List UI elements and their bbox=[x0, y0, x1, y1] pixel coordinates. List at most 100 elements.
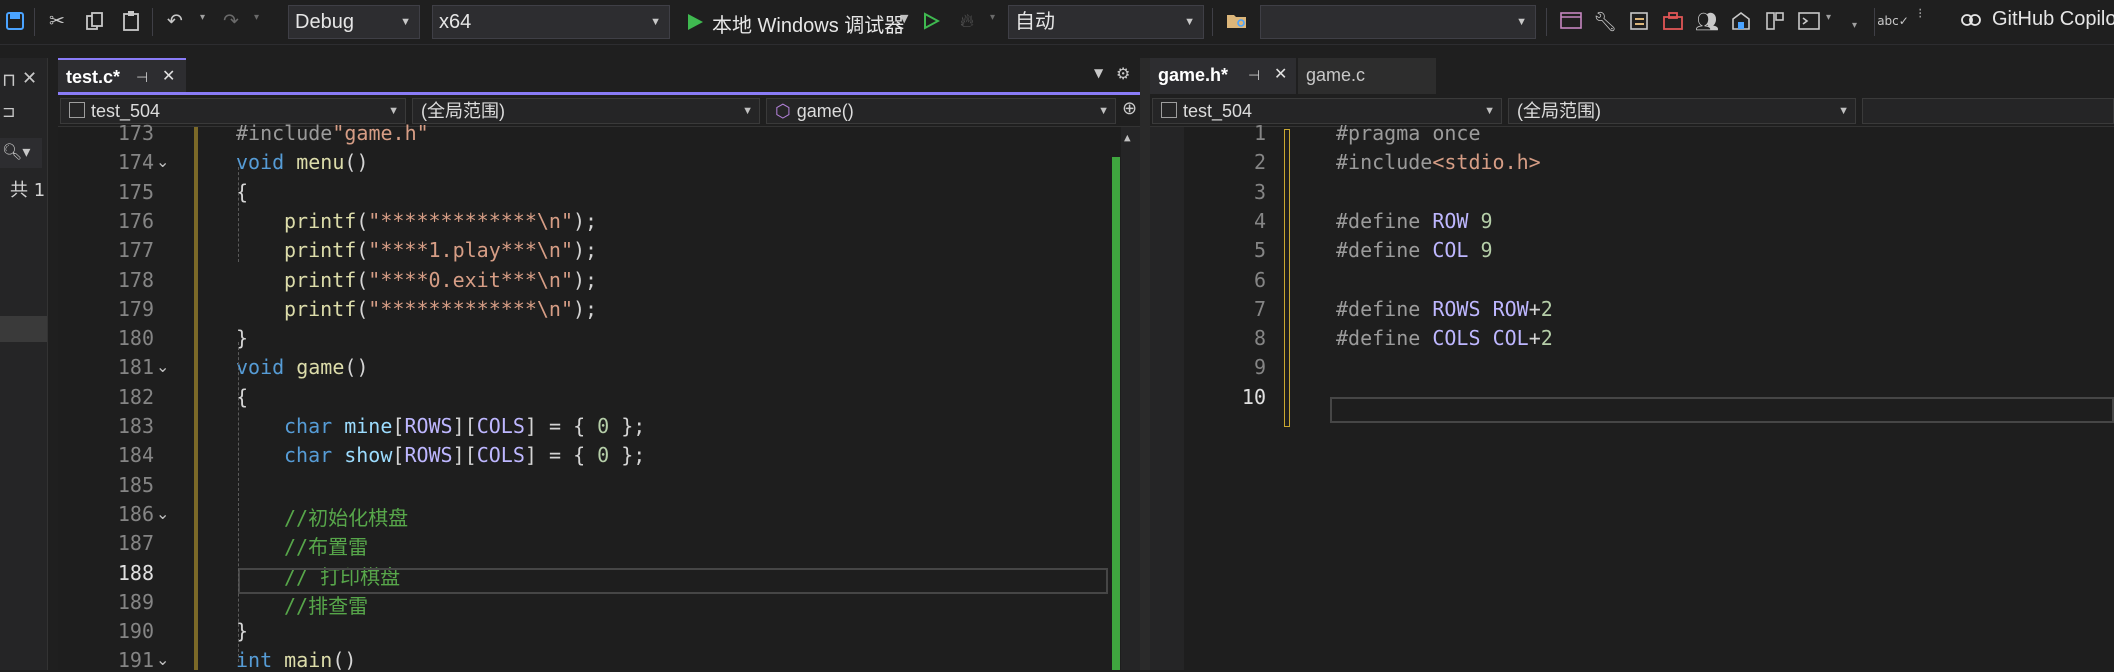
copy-icon[interactable] bbox=[82, 8, 108, 34]
play-outline-icon[interactable] bbox=[918, 8, 944, 34]
code-line[interactable]: #include"game.h" bbox=[236, 121, 429, 145]
close-icon[interactable]: ✕ bbox=[22, 68, 37, 89]
count-label: 共 1 bbox=[10, 180, 46, 201]
project-value: test_504 bbox=[1183, 101, 1253, 121]
split-icon[interactable]: ⊕ bbox=[1122, 98, 1137, 119]
code-line[interactable]: #include<stdio.h> bbox=[1336, 150, 1541, 174]
chevron-down-icon: ▼ bbox=[650, 16, 661, 28]
code-line[interactable]: void game() bbox=[236, 355, 368, 379]
line-number: 6 bbox=[1253, 267, 1266, 292]
auto-value: 自动 bbox=[1015, 11, 1055, 33]
attach-icon[interactable] bbox=[1558, 8, 1584, 34]
save-icon[interactable] bbox=[2, 8, 28, 34]
fold-chevron-icon[interactable]: ⌄ bbox=[156, 357, 169, 376]
left-code-editor[interactable]: 173 #include"game.h" 174 void menu() ⌄ 175{17… bbox=[58, 121, 1140, 672]
scope-select[interactable]: (全局范围) ▼ bbox=[412, 98, 760, 124]
member-value: game() bbox=[796, 101, 854, 121]
tab-test-c[interactable]: test.c* ⊣ ✕ bbox=[58, 58, 186, 94]
configuration-select[interactable]: Debug ▼ bbox=[288, 5, 420, 39]
code-line[interactable]: #define ROWS ROW+2 bbox=[1336, 297, 1553, 321]
code-line[interactable]: //布置雷 bbox=[284, 531, 368, 560]
gear-icon[interactable]: ⚙ bbox=[1116, 64, 1130, 83]
code-line[interactable]: #define COLS COL+2 bbox=[1336, 326, 1553, 350]
tab-list-dropdown-icon[interactable]: ▼ bbox=[1094, 66, 1103, 80]
chevron-down-icon: ▼ bbox=[388, 105, 399, 117]
fold-chevron-icon[interactable]: ⌄ bbox=[156, 504, 169, 523]
pin-icon[interactable]: ⊣ bbox=[136, 60, 148, 94]
code-line[interactable]: printf("****1.play***\n"); bbox=[284, 238, 597, 262]
vertical-scrollbar[interactable]: ▲ bbox=[1121, 127, 1140, 670]
code-line[interactable]: #pragma once bbox=[1336, 121, 1481, 145]
line-number: 8 bbox=[1253, 326, 1266, 351]
wrench-icon[interactable]: 🔧︎ bbox=[1592, 8, 1618, 34]
toolbox-icon[interactable] bbox=[1660, 8, 1686, 34]
current-line-highlight bbox=[238, 568, 1108, 594]
member-select[interactable]: ⬡ game() ▼ bbox=[766, 98, 1116, 124]
layout-icon[interactable] bbox=[1762, 8, 1788, 34]
platform-select[interactable]: x64 ▼ bbox=[432, 5, 670, 39]
scope-select[interactable]: (全局范围) ▼ bbox=[1508, 98, 1856, 124]
terminal-dropdown-icon[interactable]: ▾ bbox=[1826, 12, 1831, 23]
server-icon[interactable] bbox=[1728, 8, 1754, 34]
code-line[interactable]: printf("****0.exit***\n"); bbox=[284, 268, 597, 292]
editor-splitter[interactable] bbox=[1140, 58, 1150, 670]
right-editor-margin bbox=[1150, 127, 1184, 670]
team-icon[interactable]: 👥︎ bbox=[1694, 8, 1720, 34]
search-combo[interactable]: ▼ bbox=[1260, 5, 1536, 39]
chevron-down-icon: ▼ bbox=[1484, 105, 1495, 117]
terminal-icon[interactable] bbox=[1796, 8, 1822, 34]
code-line[interactable]: #define COL 9 bbox=[1336, 238, 1493, 262]
code-line[interactable]: void menu() bbox=[236, 150, 368, 174]
undo-icon[interactable]: ↶ bbox=[162, 8, 188, 34]
selected-item[interactable] bbox=[0, 316, 47, 342]
line-number: 175 bbox=[117, 179, 154, 204]
overflow-icon[interactable]: ▾ bbox=[1852, 20, 1857, 31]
right-tab-strip: game.h* ⊣ ✕ game.c bbox=[1150, 58, 2114, 94]
scope-value: (全局范围) bbox=[1517, 101, 1601, 121]
pin-icon[interactable]: ⊓ ✕ bbox=[0, 68, 47, 98]
member-select[interactable] bbox=[1862, 98, 2114, 124]
close-icon[interactable]: ✕ bbox=[162, 60, 175, 94]
breakpoint-list-icon[interactable] bbox=[1626, 8, 1652, 34]
chevron-down-icon: ▼ bbox=[900, 12, 909, 25]
cube-icon: ⬡ bbox=[775, 101, 791, 121]
pin-icon[interactable]: ⊣ bbox=[1248, 58, 1260, 92]
code-line[interactable]: //初始化棋盘 bbox=[284, 502, 408, 531]
scroll-up-icon[interactable]: ▲ bbox=[1124, 131, 1131, 144]
play-icon bbox=[688, 14, 703, 30]
tab-game-c[interactable]: game.c bbox=[1298, 58, 1436, 94]
search-options-icon[interactable]: 🔍︎▾ bbox=[0, 138, 42, 168]
code-line[interactable]: char show[ROWS][COLS] = { 0 }; bbox=[284, 443, 645, 467]
paste-icon[interactable] bbox=[118, 8, 144, 34]
redo-icon: ↷ bbox=[223, 10, 239, 32]
spell-check-icon[interactable]: abc✓ bbox=[1877, 8, 1909, 34]
tab-game-h[interactable]: game.h* ⊣ ✕ bbox=[1150, 58, 1296, 94]
switch-view-icon[interactable]: ⊐ bbox=[2, 102, 15, 121]
github-copilot-label[interactable]: GitHub Copilo bbox=[1992, 8, 2114, 31]
tab-label: test.c* bbox=[66, 67, 121, 87]
line-number: 9 bbox=[1253, 355, 1266, 380]
overflow-more-icon[interactable]: ⁝ bbox=[1918, 6, 1922, 22]
cut-icon[interactable]: ✂ bbox=[44, 8, 70, 34]
code-line[interactable]: #define ROW 9 bbox=[1336, 209, 1493, 233]
line-number: 176 bbox=[117, 208, 154, 233]
line-number: 2 bbox=[1253, 150, 1266, 175]
fold-chevron-icon[interactable]: ⌄ bbox=[156, 650, 169, 669]
code-line[interactable]: //排查雷 bbox=[284, 590, 368, 619]
code-line[interactable]: printf("*************\n"); bbox=[284, 209, 597, 233]
code-line[interactable]: int main() bbox=[236, 648, 356, 672]
start-debugging-button[interactable]: 本地 Windows 调试器 ▼ bbox=[684, 5, 912, 39]
github-copilot-icon[interactable] bbox=[1958, 8, 1984, 34]
close-icon[interactable]: ✕ bbox=[1274, 58, 1287, 92]
undo-dropdown-icon[interactable]: ▾ bbox=[200, 12, 205, 23]
line-number: 177 bbox=[117, 238, 154, 263]
code-line[interactable]: printf("*************\n"); bbox=[284, 297, 597, 321]
line-number: 187 bbox=[117, 531, 154, 556]
folder-search-icon[interactable] bbox=[1224, 8, 1250, 34]
right-code-editor[interactable]: 1 #pragma once 2 #include<stdio.h> 3 4 #define… bbox=[1150, 121, 2114, 670]
fold-chevron-icon[interactable]: ⌄ bbox=[156, 152, 169, 171]
solution-config-select[interactable]: 自动 ▼ bbox=[1008, 5, 1204, 39]
code-line[interactable]: char mine[ROWS][COLS] = { 0 }; bbox=[284, 414, 645, 438]
hot-reload-icon: 🔥︎ bbox=[960, 10, 974, 32]
platform-value: x64 bbox=[439, 11, 472, 33]
